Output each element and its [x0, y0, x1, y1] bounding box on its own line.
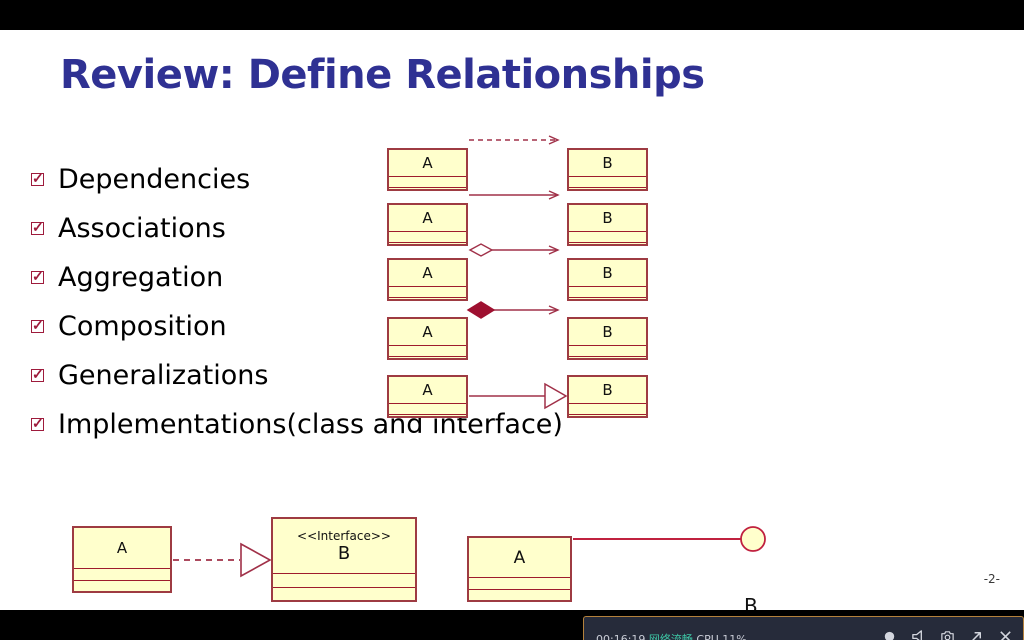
list-item-label: Associations: [58, 212, 226, 244]
uml-operation-compartment: [469, 590, 570, 602]
connector-provided-interface: [573, 526, 766, 552]
checkbox-checked-icon: ✓: [31, 218, 44, 235]
uml-interface-name-compartment: <<Interface>> B: [273, 519, 415, 574]
uml-attribute-compartment: [469, 578, 570, 590]
uml-class-name: A: [389, 260, 466, 287]
uml-attribute-compartment: [389, 404, 466, 415]
checkbox-checked-icon: ✓: [31, 414, 44, 431]
list-item-label: Aggregation: [58, 261, 224, 293]
recording-stats: 00:16:19 网络流畅 CPU 11%: [596, 631, 747, 640]
list-item-label: Generalizations: [58, 359, 269, 391]
uml-class-name: A: [389, 377, 466, 404]
uml-stereotype-label: <<Interface>>: [297, 528, 391, 543]
uml-attribute-compartment: [389, 232, 466, 243]
connector-realization: [173, 542, 272, 578]
uml-class-box-target: B: [567, 203, 648, 246]
uml-class-name: A: [389, 205, 466, 232]
checkbox-checked-icon: ✓: [31, 365, 44, 382]
list-item-label: Implementations(class and interface): [58, 408, 563, 440]
uml-class-box-lollipop-source: A: [467, 536, 572, 602]
uml-class-name: A: [74, 528, 170, 569]
uml-interface-box: <<Interface>> B: [271, 517, 417, 602]
uml-operation-compartment: [569, 415, 646, 426]
uml-operation-compartment: [273, 588, 415, 602]
checkbox-checked-icon: ✓: [31, 267, 44, 284]
close-icon[interactable]: [998, 629, 1013, 640]
network-status: 网络流畅: [648, 633, 693, 640]
uml-class-name: A: [469, 538, 570, 578]
uml-operation-compartment: [389, 415, 466, 426]
uml-class-box-realization-source: A: [72, 526, 172, 593]
recording-overlay-icons: [882, 629, 1013, 640]
uml-attribute-compartment: [74, 569, 170, 581]
uml-class-box-target: B: [567, 258, 648, 301]
uml-operation-compartment: [569, 298, 646, 309]
uml-class-box-target: B: [567, 375, 648, 418]
recording-overlay-toolbar[interactable]: 00:16:19 网络流畅 CPU 11%: [583, 616, 1024, 640]
uml-operation-compartment: [389, 357, 466, 368]
page-number: -2-: [983, 572, 1000, 586]
uml-operation-compartment: [74, 581, 170, 593]
uml-class-name: B: [569, 260, 646, 287]
uml-operation-compartment: [569, 357, 646, 368]
presentation-screen: Review: Define Relationships ✓ Dependenc…: [0, 0, 1024, 640]
uml-class-name: B: [337, 542, 351, 564]
uml-attribute-compartment: [569, 346, 646, 357]
uml-class-name: A: [389, 319, 466, 346]
uml-attribute-compartment: [569, 404, 646, 415]
uml-operation-compartment: [389, 243, 466, 254]
uml-attribute-compartment: [389, 346, 466, 357]
microphone-icon[interactable]: [911, 629, 926, 640]
uml-attribute-compartment: [569, 232, 646, 243]
uml-attribute-compartment: [273, 574, 415, 588]
uml-class-name: B: [569, 377, 646, 404]
uml-attribute-compartment: [389, 287, 466, 298]
uml-class-name: A: [389, 150, 466, 177]
camera-icon[interactable]: [940, 629, 955, 640]
ball-icon: [740, 526, 766, 552]
cpu-usage: CPU 11%: [696, 633, 747, 640]
record-dot-icon[interactable]: [882, 629, 897, 640]
uml-class-box-source: A: [387, 375, 468, 418]
list-item-label: Dependencies: [58, 163, 251, 195]
expand-arrow-icon[interactable]: [969, 629, 984, 640]
checkbox-checked-icon: ✓: [31, 169, 44, 186]
uml-class-box-source: A: [387, 258, 468, 301]
letterbox-top: [0, 0, 1024, 30]
uml-operation-compartment: [389, 188, 466, 199]
uml-class-box-source: A: [387, 317, 468, 360]
uml-class-name: B: [569, 150, 646, 177]
uml-class-box-source: A: [387, 148, 468, 191]
uml-class-name: B: [569, 319, 646, 346]
hollow-triangle-icon: [240, 542, 272, 578]
uml-class-box-source: A: [387, 203, 468, 246]
uml-class-box-target: B: [567, 317, 648, 360]
uml-attribute-compartment: [569, 287, 646, 298]
uml-class-box-target: B: [567, 148, 648, 191]
uml-attribute-compartment: [569, 177, 646, 188]
elapsed-time: 00:16:19: [596, 633, 646, 640]
uml-operation-compartment: [569, 188, 646, 199]
uml-class-name: B: [569, 205, 646, 232]
uml-operation-compartment: [389, 298, 466, 309]
slide-canvas: Review: Define Relationships ✓ Dependenc…: [0, 30, 1024, 618]
checkbox-checked-icon: ✓: [31, 316, 44, 333]
uml-attribute-compartment: [389, 177, 466, 188]
page-title: Review: Define Relationships: [60, 52, 705, 98]
uml-operation-compartment: [569, 243, 646, 254]
list-item-label: Composition: [58, 310, 227, 342]
